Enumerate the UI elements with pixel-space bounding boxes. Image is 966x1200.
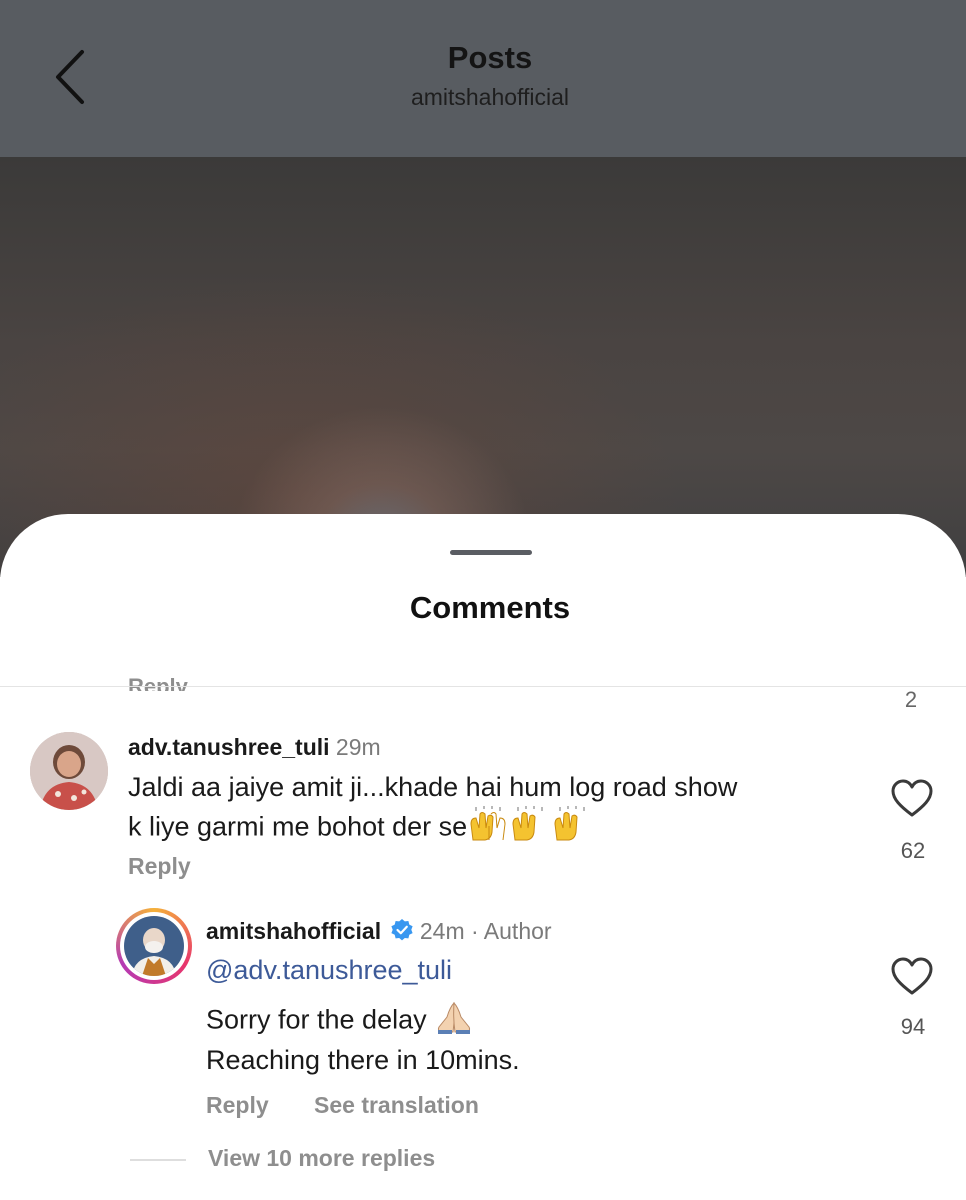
divider [0,686,966,687]
thread-line [130,1159,186,1161]
reply-button[interactable]: Reply [206,1092,269,1119]
comment-timestamp: 29m [335,734,381,760]
author-avatar[interactable] [116,908,192,984]
comment-username-text[interactable]: adv.tanushree_tuli [128,734,330,760]
verified-badge-icon [390,918,414,948]
view-more-replies-button[interactable]: View 10 more replies [208,1145,435,1172]
folded-hands-icon [434,999,474,1044]
top-bar: Posts amitshahofficial [0,0,966,157]
reply-like-button[interactable] [890,956,934,996]
raising-hands-icon [467,806,593,851]
like-count: 62 [900,838,926,863]
author-photo [124,916,184,976]
reply-like-count: 94 [900,1014,926,1039]
reply-text-line-1-text: Sorry for the delay [206,1004,427,1035]
previous-like-count: 2 [904,687,918,712]
previous-reply-button[interactable]: Reply [128,674,188,691]
comment-text-line-2-text: k liye garmi me bohot der se [128,811,468,842]
heart-icon [891,957,933,995]
reply-header: amitshahofficial 24m · Author [206,918,552,948]
like-button[interactable] [890,778,934,818]
comment-text-line-1: Jaldi aa jaiye amit ji...khade hai hum l… [128,772,738,802]
mention-link[interactable]: @adv.tanushree_tuli [206,955,452,986]
page-title: Posts [447,40,533,75]
comment-username[interactable]: adv.tanushree_tuli 29m [128,734,381,761]
comments-title: Comments [409,590,571,625]
reply-text-line-2: Reaching there in 10mins. [206,1045,520,1075]
reply-button[interactable]: Reply [128,853,191,880]
drag-handle[interactable] [450,550,532,555]
account-username[interactable]: amitshahofficial [0,84,966,111]
see-translation-button[interactable]: See translation [314,1092,479,1119]
reply-text-line-1: Sorry for the delay [206,999,474,1044]
heart-icon [891,779,933,817]
avatar[interactable] [30,732,108,810]
comment-text-line-2: k liye garmi me bohot der se [128,806,593,851]
user-photo [30,732,108,810]
reply-username[interactable]: amitshahofficial [206,918,381,944]
reply-timestamp: 24m · Author [419,918,552,945]
posts-screen: Posts amitshahofficial Comments Reply 2 … [0,0,966,1200]
